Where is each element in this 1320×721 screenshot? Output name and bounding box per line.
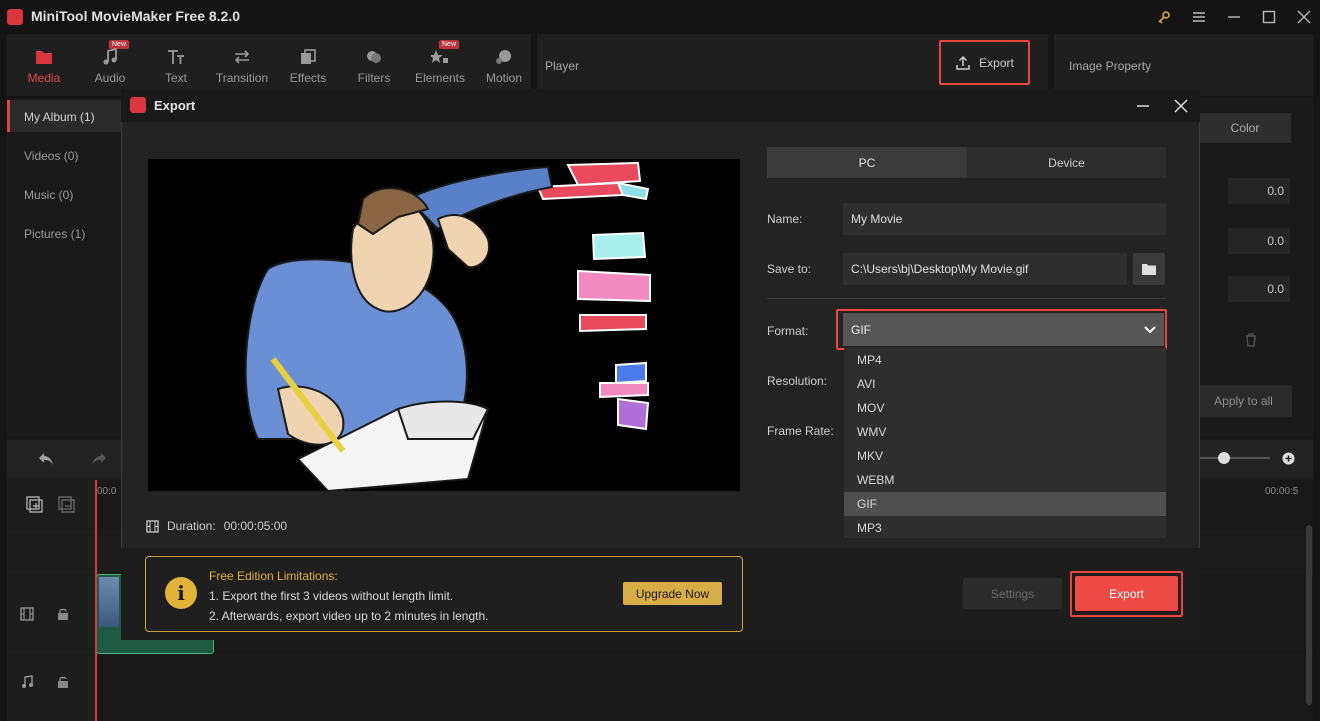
video-track-icon bbox=[20, 607, 34, 621]
timeline-scrollbar[interactable] bbox=[1306, 525, 1312, 705]
dialog-close-icon[interactable] bbox=[1169, 94, 1193, 118]
format-dropdown-list: MP4 AVI MOV WMV MKV WEBM GIF MP3 bbox=[844, 348, 1166, 538]
export-dialog-header bbox=[121, 89, 1200, 122]
apply-to-all-button[interactable]: Apply to all bbox=[1195, 385, 1292, 417]
format-option-webm[interactable]: WEBM bbox=[844, 468, 1166, 492]
limits-line-2: 2. Afterwards, export video up to 2 minu… bbox=[209, 609, 489, 623]
tab-effects[interactable]: Effects bbox=[277, 34, 339, 96]
export-dialog-title: Export bbox=[154, 98, 196, 113]
lock-icon[interactable] bbox=[57, 607, 69, 621]
tab-audio[interactable]: New Audio bbox=[79, 34, 141, 96]
ruler-time-start: 00:0 bbox=[97, 486, 117, 497]
track-header bbox=[7, 530, 95, 574]
zoom-slider-track[interactable] bbox=[1200, 457, 1270, 459]
track-header bbox=[7, 480, 95, 528]
redo-icon[interactable] bbox=[90, 451, 108, 467]
playhead[interactable] bbox=[95, 480, 97, 721]
player-label: Player bbox=[545, 59, 580, 73]
sidebar-item-my-album[interactable]: My Album (1) bbox=[24, 110, 95, 124]
app-title: MiniTool MovieMaker Free 8.2.0 bbox=[31, 8, 241, 24]
zoom-slider-handle[interactable] bbox=[1218, 452, 1230, 464]
export-button[interactable]: Export bbox=[1075, 576, 1178, 611]
key-icon[interactable] bbox=[1153, 6, 1175, 28]
format-option-gif[interactable]: GIF bbox=[844, 492, 1166, 516]
tab-transition[interactable]: Transition bbox=[211, 34, 273, 96]
sidebar-item-pictures[interactable]: Pictures (1) bbox=[24, 227, 85, 241]
remove-track-icon[interactable] bbox=[58, 496, 76, 514]
image-property-label: Image Property bbox=[1069, 59, 1152, 73]
app-logo-icon bbox=[7, 9, 23, 25]
format-option-mov[interactable]: MOV bbox=[844, 396, 1166, 420]
tab-motion[interactable]: Motion bbox=[473, 34, 535, 96]
tab-filters[interactable]: Filters bbox=[343, 34, 405, 96]
app-logo-icon bbox=[130, 97, 146, 113]
film-icon bbox=[146, 519, 159, 533]
transition-arrows-icon bbox=[233, 48, 251, 66]
folder-icon bbox=[1142, 263, 1156, 275]
save-to-label: Save to: bbox=[767, 262, 812, 276]
name-input[interactable]: My Movie bbox=[843, 203, 1166, 235]
format-option-mp3[interactable]: MP3 bbox=[844, 516, 1166, 540]
format-option-mkv[interactable]: MKV bbox=[844, 444, 1166, 468]
tab-media[interactable]: Media bbox=[13, 34, 75, 96]
format-option-mp4[interactable]: MP4 bbox=[844, 348, 1166, 372]
music-note-icon bbox=[101, 48, 119, 66]
zoom-in-icon[interactable] bbox=[1282, 452, 1295, 465]
tab-color[interactable]: Color bbox=[1199, 113, 1291, 143]
duration-value: 00:00:05:00 bbox=[223, 519, 288, 533]
preview-illustration bbox=[244, 161, 651, 491]
chevron-down-icon bbox=[1144, 325, 1156, 334]
limits-title: Free Edition Limitations: bbox=[209, 569, 338, 583]
format-option-avi[interactable]: AVI bbox=[844, 372, 1166, 396]
lock-icon[interactable] bbox=[57, 675, 69, 689]
sidebar-item-music[interactable]: Music (0) bbox=[24, 188, 73, 202]
format-option-wmv[interactable]: WMV bbox=[844, 420, 1166, 444]
format-label: Format: bbox=[767, 324, 809, 338]
undo-icon[interactable] bbox=[37, 451, 55, 467]
music-track-icon bbox=[20, 675, 34, 689]
music-track[interactable] bbox=[96, 656, 1313, 721]
media-folder-icon bbox=[35, 48, 53, 66]
resolution-label: Resolution: bbox=[767, 374, 828, 388]
menu-icon[interactable] bbox=[1188, 6, 1210, 28]
property-value-field[interactable]: 0.0 bbox=[1228, 178, 1290, 204]
media-toolbar: Media New Audio Text Transition Effects … bbox=[7, 34, 531, 96]
upgrade-now-button[interactable]: Upgrade Now bbox=[623, 582, 722, 605]
dialog-minimize-icon[interactable] bbox=[1131, 94, 1155, 118]
browse-folder-button[interactable] bbox=[1133, 253, 1165, 285]
info-icon: i bbox=[165, 577, 197, 609]
video-preview bbox=[148, 159, 740, 491]
duration-row: Duration: 00:00:05:00 bbox=[146, 519, 287, 533]
effects-icon bbox=[299, 48, 317, 66]
frame-rate-label: Frame Rate: bbox=[767, 424, 834, 438]
ruler-time-end: 00:00:5 bbox=[1265, 486, 1299, 497]
settings-button[interactable]: Settings bbox=[963, 578, 1062, 609]
clip-thumbnail bbox=[99, 577, 119, 627]
minimize-icon[interactable] bbox=[1223, 6, 1245, 28]
filters-icon bbox=[365, 48, 383, 66]
tab-device[interactable]: Device bbox=[967, 147, 1166, 178]
tab-elements[interactable]: New Elements bbox=[409, 34, 471, 96]
trash-icon[interactable] bbox=[1244, 333, 1258, 347]
name-label: Name: bbox=[767, 212, 803, 226]
export-upload-icon bbox=[955, 55, 971, 71]
property-value-field[interactable]: 0.0 bbox=[1228, 276, 1290, 302]
tab-pc[interactable]: PC bbox=[767, 147, 967, 178]
top-export-button[interactable]: Export bbox=[939, 40, 1030, 85]
save-path-input[interactable]: C:\Users\bj\Desktop\My Movie.gif bbox=[843, 253, 1127, 285]
close-icon[interactable] bbox=[1293, 6, 1315, 28]
text-icon bbox=[167, 48, 185, 66]
property-value-field[interactable]: 0.0 bbox=[1228, 228, 1290, 254]
limits-line-1: 1. Export the first 3 videos without len… bbox=[209, 589, 454, 603]
divider bbox=[767, 298, 1166, 299]
format-select[interactable]: GIF bbox=[843, 313, 1164, 346]
tab-text[interactable]: Text bbox=[145, 34, 207, 96]
sidebar-item-videos[interactable]: Videos (0) bbox=[24, 149, 78, 163]
elements-icon bbox=[431, 48, 449, 66]
add-track-icon[interactable] bbox=[26, 496, 44, 514]
motion-icon bbox=[495, 48, 513, 66]
maximize-icon[interactable] bbox=[1258, 6, 1280, 28]
